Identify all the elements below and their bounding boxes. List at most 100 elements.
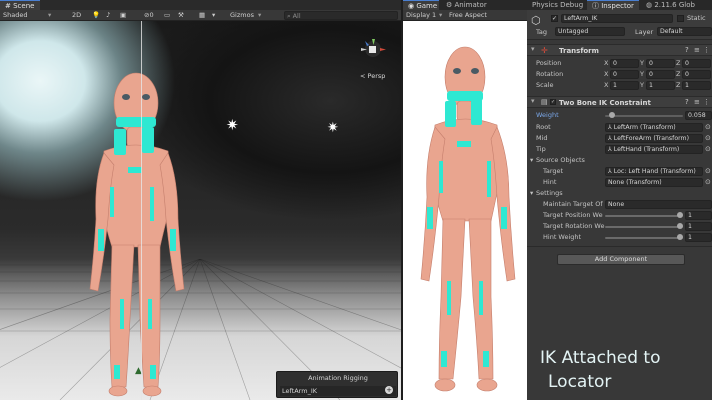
more-icon[interactable]: ⋮	[703, 46, 710, 54]
source-objects-label: Source Objects	[536, 156, 585, 164]
transform-y-field[interactable]: 1	[646, 81, 675, 90]
tip-row: Tip ⅄ LeftHand (Transform) ⊙	[527, 144, 712, 155]
preset-icon[interactable]: ≡	[694, 98, 700, 106]
transform-x-field[interactable]: 1	[610, 81, 639, 90]
weight-slider-handle[interactable]	[609, 112, 616, 118]
mid-label: Mid	[536, 134, 548, 142]
game-viewport[interactable]	[403, 21, 527, 400]
help-icon[interactable]: ?	[685, 46, 689, 54]
display-dropdown[interactable]: Display 1	[406, 11, 436, 20]
gizmos-chevron-icon: ▾	[258, 11, 262, 19]
divider	[527, 246, 712, 247]
transform-z-field[interactable]: 1	[682, 81, 711, 90]
tab-physics-debug[interactable]: Physics Debug	[527, 0, 585, 10]
transform-x-field[interactable]: 0	[610, 70, 639, 79]
settings-foldout[interactable]: ▾ Settings	[527, 188, 712, 199]
object-picker-icon[interactable]: ⊙	[705, 134, 711, 142]
tab-global[interactable]: ◍ 2.11.6 Glob	[641, 0, 712, 10]
tag-dropdown[interactable]: Untagged	[555, 27, 625, 36]
grid-chevron-icon: ▾	[212, 11, 216, 19]
root-object-value: LeftArm (Transform)	[613, 124, 676, 131]
transform-header[interactable]: ▾ ✛ Transform ? ≡ ⋮	[527, 44, 712, 56]
help-icon[interactable]: ?	[685, 98, 689, 106]
hint-weight-slider[interactable]	[605, 237, 683, 239]
persp-label[interactable]: < Persp	[360, 72, 385, 80]
scene-search-input[interactable]: ⌕ All	[284, 11, 398, 20]
tab-scene[interactable]: # Scene	[0, 0, 40, 10]
tag-label: Tag	[536, 28, 548, 36]
global-icon: ◍	[646, 1, 653, 9]
tab-game[interactable]: ◉ Game	[403, 0, 439, 10]
root-object-field[interactable]: ⅄ LeftArm (Transform)	[605, 123, 703, 132]
grid-icon[interactable]: ▦	[199, 11, 205, 20]
hidden-objects-icon[interactable]: ⊘0	[144, 11, 154, 20]
object-picker-icon[interactable]: ⊙	[705, 167, 711, 175]
light-sun-icon[interactable]: ✷	[226, 116, 239, 134]
target-rotation-weight-slider[interactable]	[605, 226, 683, 228]
object-picker-icon[interactable]: ⊙	[705, 145, 711, 153]
layer-dropdown[interactable]: Default	[657, 27, 712, 36]
mode-2d-button[interactable]: 2D	[72, 11, 81, 20]
tip-object-value: LeftHand (Transform)	[613, 146, 680, 153]
axis-label: X	[604, 81, 609, 89]
transform-z-field[interactable]: 0	[682, 59, 711, 68]
mid-row: Mid ⅄ LeftForeArm (Transform) ⊙	[527, 133, 712, 144]
target-rotation-weight-value[interactable]: 1	[685, 222, 712, 231]
hint-weight-value[interactable]: 1	[685, 233, 712, 242]
target-row: Target ⅄ Loc: Left Hand (Transform) ⊙	[527, 166, 712, 177]
add-plus-icon[interactable]: +	[385, 386, 393, 394]
transform-row-label: Scale	[536, 81, 554, 89]
aspect-dropdown[interactable]: Free Aspect	[449, 11, 487, 20]
component-enabled-checkbox[interactable]: ✓	[550, 99, 556, 105]
object-picker-icon[interactable]: ⊙	[705, 178, 711, 186]
transform-icon: ⅄	[608, 168, 612, 175]
camera-icon[interactable]: ▭	[164, 11, 170, 20]
overlay-list-item[interactable]: LeftArm_IK +	[280, 386, 396, 396]
more-icon[interactable]: ⋮	[703, 98, 710, 106]
active-checkbox[interactable]: ✓	[551, 15, 558, 22]
static-checkbox[interactable]	[677, 15, 684, 22]
tip-object-field[interactable]: ⅄ LeftHand (Transform)	[605, 145, 703, 154]
preset-icon[interactable]: ≡	[694, 46, 700, 54]
tab-inspector[interactable]: ⓘ Inspector	[587, 0, 639, 10]
transform-scale-row: Scale X 1 Y 1 Z 1	[527, 80, 712, 91]
target-object-value: Loc: Left Hand (Transform)	[613, 168, 696, 175]
transform-z-field[interactable]: 0	[682, 70, 711, 79]
source-objects-foldout[interactable]: ▾ Source Objects	[527, 155, 712, 166]
target-position-weight-slider[interactable]	[605, 215, 683, 217]
foldout-arrow-icon: ▾	[531, 45, 535, 53]
audio-icon[interactable]: ♪	[106, 11, 110, 20]
tab-animator[interactable]: ⚙ Animator	[441, 0, 491, 10]
add-component-button[interactable]: Add Component	[557, 254, 685, 265]
target-position-weight-value[interactable]: 1	[685, 211, 712, 220]
animation-rigging-overlay[interactable]: Animation Rigging LeftArm_IK +	[276, 371, 398, 398]
light-sun-icon[interactable]: ✷	[327, 120, 339, 136]
lighting-icon[interactable]: 💡	[92, 11, 100, 20]
effects-icon[interactable]: ▣	[120, 11, 126, 20]
character-model[interactable]	[80, 69, 190, 400]
maintain-target-dropdown[interactable]: None	[605, 200, 712, 209]
settings-label: Settings	[536, 189, 563, 197]
foldout-arrow-icon: ▾	[530, 156, 534, 164]
target-position-weight-handle[interactable]	[677, 212, 683, 218]
object-picker-icon[interactable]: ⊙	[705, 123, 711, 131]
hint-weight-handle[interactable]	[677, 234, 683, 240]
scene-viewport[interactable]: < Persp ✷ ✷ ▲ Animation Rigging LeftArm_…	[0, 21, 401, 400]
transform-x-field[interactable]: 0	[610, 59, 639, 68]
object-name-field[interactable]: LeftArm_IK	[561, 14, 673, 23]
weight-value-field[interactable]: 0.058	[685, 111, 712, 120]
target-rotation-weight-handle[interactable]	[677, 223, 683, 229]
constraint-header[interactable]: ▾ ▤ ✓ Two Bone IK Constraint ? ≡ ⋮	[527, 96, 712, 108]
target-object-field[interactable]: ⅄ Loc: Left Hand (Transform)	[605, 167, 703, 176]
tab-game-label: Game	[416, 2, 438, 10]
transform-y-field[interactable]: 0	[646, 59, 675, 68]
shading-dropdown[interactable]: Shaded	[3, 11, 27, 20]
gizmos-dropdown[interactable]: Gizmos	[230, 11, 254, 20]
tools-icon[interactable]: ⚒	[178, 11, 184, 20]
hint-object-field[interactable]: None (Transform)	[605, 178, 703, 187]
mid-object-field[interactable]: ⅄ LeftForeArm (Transform)	[605, 134, 703, 143]
weight-slider-track[interactable]	[605, 115, 683, 117]
caption-line-1: IK Attached to	[540, 348, 661, 368]
target-label: Target	[543, 167, 564, 175]
transform-y-field[interactable]: 0	[646, 70, 675, 79]
